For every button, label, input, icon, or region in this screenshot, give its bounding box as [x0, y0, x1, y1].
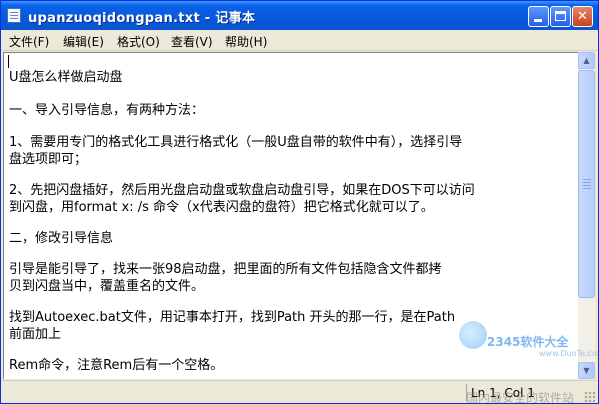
- text-line: Rem命令，注意Rem后有一个空格。: [9, 358, 224, 373]
- text-line: 一、导入引导信息，有两种方法：: [9, 103, 205, 118]
- minimize-button[interactable]: [528, 6, 549, 27]
- menu-view[interactable]: 查看(V): [171, 33, 213, 50]
- maximize-button[interactable]: [550, 6, 571, 27]
- maximize-icon: [555, 11, 566, 21]
- text-caret: [8, 55, 9, 68]
- menu-edit[interactable]: 编辑(E): [63, 33, 104, 50]
- text-line: 盘选项即可；: [9, 152, 88, 167]
- text-line: 前面加上: [9, 327, 62, 342]
- scroll-thumb[interactable]: [578, 70, 595, 298]
- text-line: 找到Autoexec.bat文件，用记事本打开，找到Path 开头的那一行，是在…: [9, 310, 456, 325]
- vertical-scrollbar[interactable]: ▲ ▼: [578, 52, 595, 379]
- scroll-up-button[interactable]: ▲: [578, 52, 595, 69]
- close-button[interactable]: ✕: [572, 6, 593, 27]
- grip-line: [583, 182, 591, 183]
- text-editor[interactable]: U盘怎么样做启动盘 一、导入引导信息，有两种方法： 1、需要用专门的格式化工具进…: [3, 52, 578, 379]
- text-line: 到闪盘，用format x: /s 命令（x代表闪盘的盘符）把它格式化就可以了。: [9, 200, 434, 215]
- watermark-logo-icon: [459, 321, 487, 349]
- grip-line: [583, 188, 591, 189]
- grip-line: [583, 179, 591, 180]
- notepad-icon[interactable]: [7, 8, 21, 23]
- text-line: 二，修改引导信息: [9, 231, 114, 246]
- title-bar[interactable]: upanzuoqidongpan.txt - 记事本 ✕: [1, 1, 598, 30]
- menu-format[interactable]: 格式(O): [117, 33, 160, 50]
- notepad-window: upanzuoqidongpan.txt - 记事本 ✕ 文件(F) 编辑(E)…: [0, 0, 599, 404]
- arrow-down-icon: ▼: [583, 366, 590, 375]
- grip-line: [583, 185, 591, 186]
- text-line: 引导是能引导了，找来一张98启动盘，把里面的所有文件包括隐含文件都拷: [9, 262, 442, 277]
- close-icon: ✕: [577, 9, 588, 24]
- watermark-url: www.DuoTe.com: [539, 349, 599, 358]
- text-line: 1、需要用专门的格式化工具进行格式化（一般U盘自带的软件中有），选择引导: [9, 135, 463, 150]
- text-line: U盘怎么样做启动盘: [9, 70, 123, 85]
- menu-help[interactable]: 帮助(H): [225, 33, 267, 50]
- text-line: 2、先把闪盘插好，然后用光盘启动盘或软盘启动盘引导，如果在DOS下可以访问: [9, 183, 475, 198]
- arrow-up-icon: ▲: [583, 56, 590, 65]
- watermark-brand: 2345软件大全: [487, 335, 569, 349]
- window-title: upanzuoqidongpan.txt - 记事本: [28, 11, 256, 26]
- text-line: 贝到闪盘当中，覆盖重名的文件。: [9, 279, 205, 294]
- minimize-icon: [534, 19, 542, 22]
- scroll-down-button[interactable]: ▼: [578, 362, 595, 379]
- menu-bar: 文件(F) 编辑(E) 格式(O) 查看(V) 帮助(H): [1, 30, 598, 51]
- menu-file[interactable]: 文件(F): [9, 33, 49, 50]
- watermark-slogan: 国内最安全的软件站: [466, 391, 575, 404]
- resize-grip-icon[interactable]: [584, 391, 596, 403]
